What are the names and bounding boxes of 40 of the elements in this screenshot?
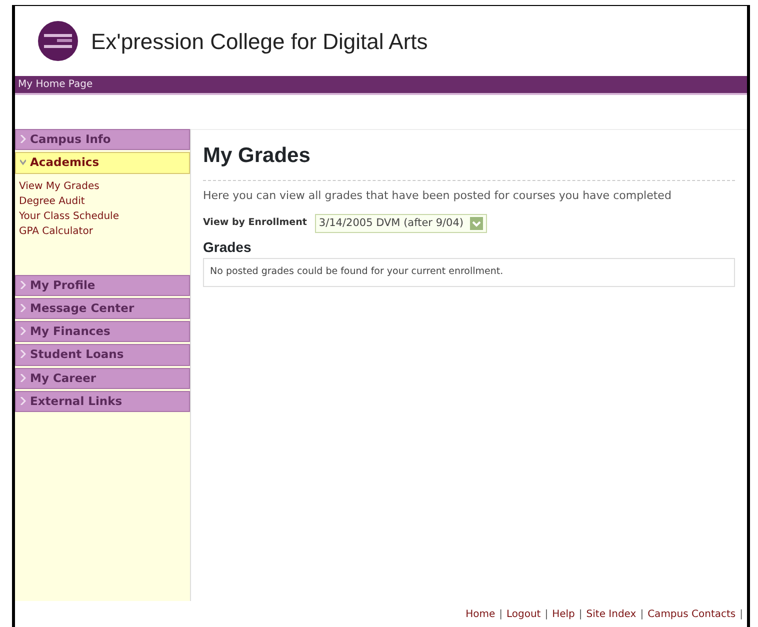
sidebar-subitem-link[interactable]: GPA Calculator [19, 224, 186, 238]
chevron-right-icon [20, 350, 26, 358]
sidebar-item[interactable]: Message Center [15, 298, 190, 319]
enrollment-select[interactable]: 3/14/2005 DVM (after 9/04) [314, 214, 487, 234]
separator: | [640, 608, 644, 622]
footer-link[interactable]: Logout [506, 606, 541, 622]
footer-link[interactable]: Home [466, 606, 496, 622]
college-logo [35, 18, 81, 64]
no-grades-message: No posted grades could be found for your current enrollment. [203, 258, 735, 286]
intro-text: Here you can view all grades that have been posted for courses you have completed [203, 188, 672, 204]
chevron-right-icon [20, 135, 26, 143]
sidebar-item[interactable]: Campus Info [15, 129, 190, 150]
separator: | [740, 608, 743, 622]
home-page-link[interactable]: My Home Page [18, 78, 93, 91]
college-name: Ex'pression College for Digital Arts [91, 28, 428, 56]
sidebar-item[interactable]: Academics [15, 152, 190, 174]
sidebar-subitem-link[interactable]: Your Class Schedule [19, 208, 186, 224]
separator: | [499, 608, 502, 622]
separator: | [578, 608, 582, 622]
page-title: My Grades [203, 140, 735, 180]
section-title: Grades [203, 238, 252, 258]
sidebar-item[interactable]: Student Loans [15, 344, 190, 366]
sidebar-item[interactable]: My Career [15, 368, 190, 389]
chevron-down-icon [20, 158, 26, 166]
sidebar-item[interactable]: My Profile [15, 274, 190, 296]
separator: | [544, 608, 548, 622]
chevron-right-icon [20, 327, 26, 335]
chevron-right-icon [20, 280, 26, 288]
sidebar-item[interactable]: External Links [15, 390, 190, 412]
footer-link[interactable]: Site Index [586, 606, 636, 622]
sidebar-subitem-link[interactable]: View My Grades [19, 178, 186, 194]
footer-link[interactable]: Help [552, 606, 575, 622]
chevron-right-icon [20, 396, 26, 405]
enrollment-label: View by Enrollment [203, 216, 307, 230]
footer-link[interactable]: Campus Contacts [648, 606, 736, 622]
dropdown-icon[interactable] [470, 216, 483, 230]
sidebar-subitem-link[interactable]: Degree Audit [19, 194, 186, 208]
chevron-right-icon [20, 374, 26, 382]
sidebar-item[interactable]: My Finances [15, 321, 190, 342]
chevron-right-icon [20, 304, 26, 312]
